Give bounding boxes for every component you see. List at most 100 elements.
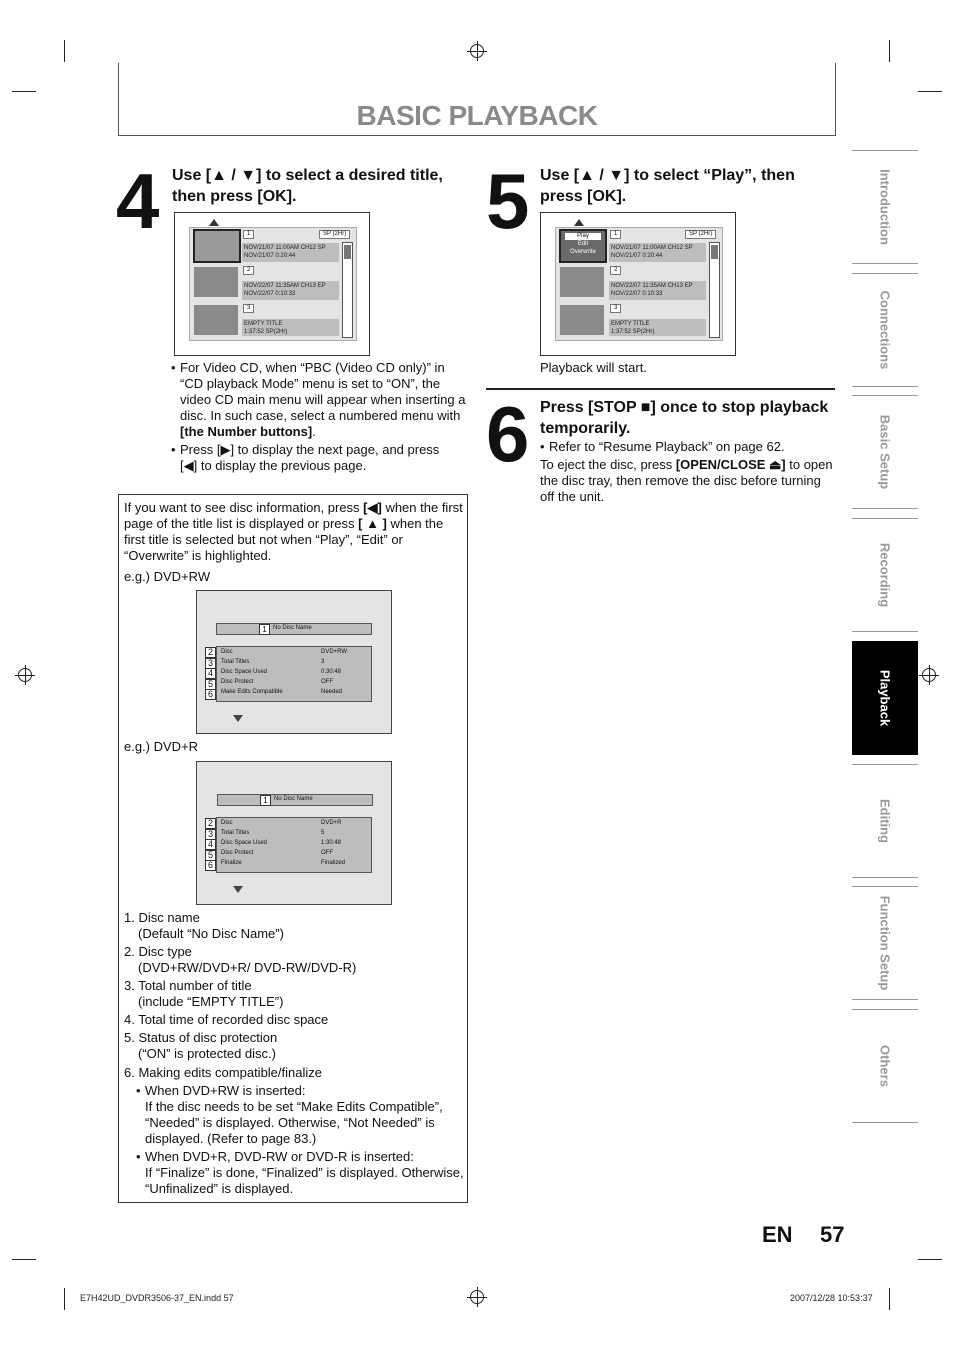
step-6-title: Press [STOP ■] once to stop playback tem… — [540, 399, 829, 437]
step-4-title: Use [▲ / ▼] to select a desired title, t… — [172, 167, 443, 205]
disc-name-index: 1 — [259, 624, 270, 635]
title-thumbnail-1[interactable] — [193, 229, 241, 263]
side-tab-connections[interactable]: Connections — [852, 273, 918, 387]
title-row-3[interactable]: EMPTY TITLE 1:37:52 SP(2Hr) — [609, 319, 706, 336]
callout-index: 4 — [205, 839, 216, 850]
disc-info-legend: 1. Disc name (Default “No Disc Name”) 2. … — [124, 910, 464, 1197]
disc-info-row: Disc Protect OFF — [221, 850, 333, 856]
callout-index: 2 — [205, 818, 216, 829]
side-tab-playback[interactable]: Playback — [852, 641, 918, 755]
side-tab-function-setup[interactable]: Function Setup — [852, 886, 918, 1000]
disc-info-row: Disc Protect OFF — [221, 679, 333, 685]
title-row-3[interactable]: EMPTY TITLE 1:37:52 SP(2Hr) — [242, 319, 339, 336]
footer-timestamp: 2007/12/28 10:53:37 — [790, 1293, 873, 1303]
disc-info-table: Disc DVD+RW Total Titles 3 Disc Space Used… — [216, 646, 372, 702]
disc-info-row: Disc Space Used 0:30:48 — [221, 669, 342, 675]
title-row-2[interactable]: NOV/22/07 11:35AM CH13 EP NOV/22/07 0:10… — [609, 281, 706, 300]
disc-name-value: No Disc Name — [273, 625, 312, 631]
disc-name-index: 1 — [260, 795, 271, 806]
title-row-3-line1: EMPTY TITLE — [611, 321, 650, 327]
title-thumbnail-2[interactable] — [194, 267, 238, 297]
disc-info-row: Total Titles 3 — [221, 659, 325, 665]
title-number-3: 3 — [610, 304, 622, 313]
disc-info-screen-dvd-r: 1 No Disc Name Disc DVD+R Total Titles 5 D… — [196, 761, 392, 905]
disc-name-field: 1 No Disc Name — [216, 623, 372, 635]
disc-info-row: Make Edits Compatible Needed — [221, 689, 343, 695]
scrollbar-thumb[interactable] — [344, 245, 351, 259]
title-row-2-line2: NOV/22/07 0:10:33 — [611, 291, 663, 297]
registration-mark-icon — [467, 1287, 487, 1307]
disc-info-row: Disc DVD+R — [221, 820, 342, 826]
title-number-3: 3 — [243, 304, 255, 313]
title-number-1: 1 — [243, 230, 255, 239]
language-code: EN — [762, 1222, 793, 1247]
step-6-note-1: Refer to “Resume Playback” on page 62. — [540, 439, 836, 455]
footer-file-info: E7H42UD_DVDR3506-37_EN.indd 57 — [80, 1293, 234, 1303]
disc-name-field: 1 No Disc Name — [217, 794, 373, 806]
side-tab-recording[interactable]: Recording — [852, 518, 918, 632]
step-4-number: 4 — [116, 157, 160, 245]
step-6-eject-text: To eject the disc, press [OPEN/CLOSE ⏏] … — [540, 457, 833, 504]
menu-item-overwrite[interactable]: Overwrite — [561, 248, 605, 256]
step-6-body: Refer to “Resume Playback” on page 62. T… — [540, 439, 836, 505]
crop-mark — [889, 40, 890, 62]
example-label-dvd-rw: e.g.) DVD+RW — [124, 569, 211, 584]
crop-mark — [918, 91, 942, 92]
title-row-1-line1: NOV/21/07 11:00AM CH12 SP — [244, 245, 326, 251]
side-tab-editing[interactable]: Editing — [852, 764, 918, 878]
crop-mark — [889, 1288, 890, 1310]
title-row-3-line2: 1:37:52 SP(2Hr) — [244, 329, 288, 335]
crop-mark — [12, 1259, 36, 1260]
recording-mode-tag: SP (2Hr) — [685, 230, 717, 239]
step-5-number: 5 — [486, 157, 530, 245]
callout-index: 2 — [205, 647, 216, 658]
side-tab-introduction[interactable]: Introduction — [852, 150, 918, 264]
title-thumbnail-2[interactable] — [560, 267, 604, 297]
menu-item-edit[interactable]: Edit — [561, 240, 605, 248]
title-list-scrollbar[interactable] — [342, 242, 353, 338]
disc-info-table: Disc DVD+R Total Titles 5 Disc Space Used 1… — [216, 817, 372, 873]
title-row-2[interactable]: NOV/22/07 11:35AM CH13 EP NOV/22/07 0:10… — [242, 281, 339, 300]
callout-index: 6 — [205, 689, 216, 700]
step-5-note: Playback will start. — [540, 360, 647, 375]
scrollbar-thumb[interactable] — [711, 245, 718, 259]
title-row-1-line2: NOV/21/07 0:20:44 — [611, 253, 663, 259]
page-title: BASIC PLAYBACK — [356, 100, 598, 131]
side-tab-others[interactable]: Others — [852, 1009, 918, 1123]
step-6-number: 6 — [486, 390, 530, 478]
legend-subitem: When DVD+R, DVD-RW or DVD-R is inserted:… — [124, 1149, 464, 1197]
callout-index: 6 — [205, 860, 216, 871]
menu-item-play[interactable]: Play — [565, 233, 601, 240]
legend-item: 3. Total number of title (include “EMPTY … — [124, 978, 284, 1009]
step-4-note-2: Press [▶] to display the next page, and … — [171, 442, 471, 474]
disc-info-screen-dvd-rw: 1 No Disc Name Disc DVD+RW Total Titles 3 … — [196, 590, 392, 734]
title-row-2-line2: NOV/22/07 0:10:33 — [244, 291, 296, 297]
title-thumbnail-3[interactable] — [194, 305, 238, 335]
scroll-down-arrow-icon — [233, 886, 243, 893]
title-row-1[interactable]: NOV/21/07 11:00AM CH12 SP NOV/21/07 0:20… — [242, 243, 339, 262]
legend-item: 6. Making edits compatible/finalize — [124, 1065, 322, 1080]
legend-item: 5. Status of disc protection (“ON” is pro… — [124, 1030, 278, 1061]
registration-mark-icon — [919, 665, 939, 685]
title-number-2: 2 — [610, 266, 622, 275]
page-number: 57 — [820, 1222, 845, 1247]
recording-mode-tag: SP (2Hr) — [319, 230, 351, 239]
play-menu-screen: Play Edit Overwrite 1 SP (2Hr) NOV/21/07… — [540, 212, 736, 356]
step-4-note-1: For Video CD, when “PBC (Video CD only)”… — [171, 360, 471, 440]
side-tab-basic-setup[interactable]: Basic Setup — [852, 395, 918, 509]
example-label-dvd-r: e.g.) DVD+R — [124, 739, 199, 754]
title-popup-menu[interactable]: Play Edit Overwrite — [559, 229, 607, 263]
disc-name-value: No Disc Name — [274, 796, 313, 802]
title-thumbnail-3[interactable] — [560, 305, 604, 335]
title-row-1-line1: NOV/21/07 11:00AM CH12 SP — [611, 245, 693, 251]
crop-mark — [64, 40, 65, 62]
crop-mark — [64, 1288, 65, 1310]
title-row-3-line2: 1:37:52 SP(2Hr) — [611, 329, 655, 335]
disc-info-row: Finalize Finalized — [221, 860, 346, 866]
title-row-2-line1: NOV/22/07 11:35AM CH13 EP — [611, 283, 693, 289]
title-list-scrollbar[interactable] — [709, 242, 720, 338]
title-row-1[interactable]: NOV/21/07 11:00AM CH12 SP NOV/21/07 0:20… — [609, 243, 706, 262]
disc-info-row: Total Titles 5 — [221, 830, 325, 836]
scroll-up-arrow-icon — [574, 219, 584, 226]
registration-mark-icon — [467, 41, 487, 61]
